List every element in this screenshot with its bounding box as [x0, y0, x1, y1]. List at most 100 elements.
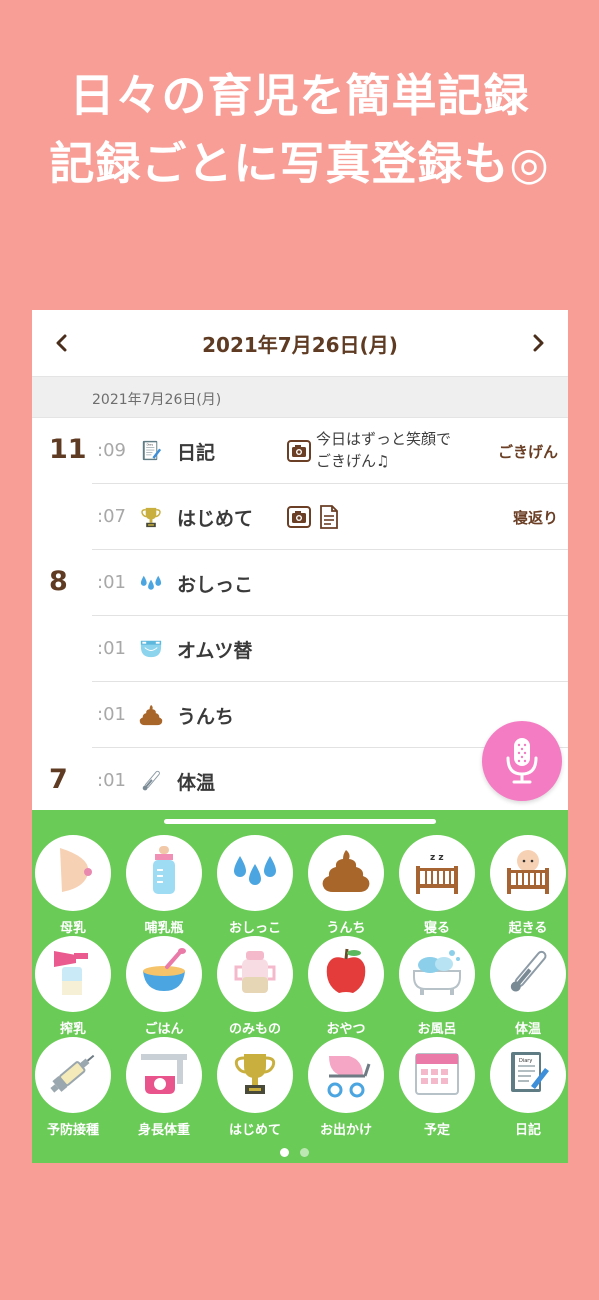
baby-bottle-icon — [137, 844, 191, 902]
day-section-header: 2021年7月26日(月) — [32, 376, 568, 418]
headline-line-2: 記録ごとに写真登録も◎ — [49, 137, 550, 190]
sippy-cup-icon — [228, 945, 282, 1003]
quick-button-circle[interactable] — [126, 936, 202, 1012]
quick-button[interactable]: ごはん — [123, 936, 205, 1037]
quick-button-circle[interactable] — [217, 835, 293, 911]
event-label: はじめて — [177, 508, 254, 530]
minute-label: :01 — [97, 572, 126, 593]
quick-record-panel: 母乳 哺乳瓶 おしっこ うんち z z 寝る 起きる搾乳 ごはん のみもの おやつ お風呂 体温予防接… — [32, 810, 568, 1163]
quick-button-circle[interactable] — [490, 835, 566, 911]
quick-button[interactable]: 母乳 — [32, 835, 114, 936]
hour-label: 8 — [49, 566, 68, 597]
chevron-left-icon[interactable] — [48, 329, 74, 357]
event-label: 体温 — [177, 772, 216, 794]
minute-label: :01 — [97, 638, 126, 659]
date-title[interactable]: 2021年7月26日(月) — [202, 329, 398, 358]
stroller-icon — [319, 1046, 373, 1104]
event-label: 日記 — [177, 442, 216, 464]
quick-button-label: おしっこ — [228, 921, 281, 936]
quick-button[interactable]: 起きる — [487, 835, 568, 936]
timeline-row[interactable]: 11:09 Diary 日記 今日はずっと笑顔でごきげん♫ ごきげん — [32, 418, 568, 484]
quick-button-label: 起きる — [508, 921, 548, 936]
quick-button[interactable]: お出かけ — [305, 1037, 387, 1138]
event-label: うんち — [177, 706, 235, 728]
breast-icon — [46, 844, 100, 902]
thermometer-icon — [501, 945, 555, 1003]
quick-button[interactable]: おしっこ — [214, 835, 296, 936]
svg-text:z z: z z — [430, 853, 444, 863]
quick-button[interactable]: 身長体重 — [123, 1037, 205, 1138]
quick-button-label: 日記 — [514, 1123, 541, 1138]
quick-button[interactable]: お風呂 — [396, 936, 478, 1037]
quick-button-circle[interactable] — [126, 1037, 202, 1113]
quick-button-circle[interactable] — [217, 936, 293, 1012]
quick-button-circle[interactable] — [35, 1037, 111, 1113]
timeline-row[interactable]: 8 :01 おしっこ — [32, 550, 568, 616]
quick-button-circle[interactable] — [126, 835, 202, 911]
thermometer-icon — [138, 768, 164, 794]
minute-label: :09 — [97, 440, 126, 461]
quick-button-circle[interactable] — [35, 936, 111, 1012]
event-tag: 寝返り — [512, 509, 558, 527]
quick-button-label: 予定 — [423, 1123, 450, 1138]
minute-label: :01 — [97, 704, 126, 725]
quick-button-label: 身長体重 — [137, 1123, 190, 1138]
page-dot[interactable] — [300, 1148, 309, 1157]
timeline-row[interactable]: :07 はじめて 寝返り — [32, 484, 568, 550]
hour-label: 11 — [49, 434, 87, 465]
trophy-icon — [228, 1046, 282, 1104]
quick-button[interactable]: 搾乳 — [32, 936, 114, 1037]
poop-icon — [319, 844, 373, 902]
quick-button[interactable]: 哺乳瓶 — [123, 835, 205, 936]
quick-button[interactable]: のみもの — [214, 936, 296, 1037]
crib-sleep-icon: z z — [410, 844, 464, 902]
droplets-icon — [228, 844, 282, 902]
svg-text:Diary: Diary — [519, 1058, 532, 1064]
quick-button-circle[interactable] — [308, 1037, 384, 1113]
quick-button[interactable]: 予防接種 — [32, 1037, 114, 1138]
minute-label: :01 — [97, 770, 126, 791]
event-tag: ごきげん — [497, 443, 558, 461]
camera-icon[interactable] — [287, 505, 311, 529]
hour-label: 7 — [49, 764, 68, 795]
quick-button[interactable]: Diary 日記 — [487, 1037, 568, 1138]
camera-icon[interactable] — [287, 439, 311, 463]
drawer-handle[interactable] — [164, 819, 436, 824]
quick-button-label: 予防接種 — [46, 1123, 99, 1138]
quick-button-circle[interactable] — [217, 1037, 293, 1113]
quick-button-label: 寝る — [423, 921, 450, 936]
quick-button[interactable]: z z 寝る — [396, 835, 478, 936]
quick-button[interactable]: はじめて — [214, 1037, 296, 1138]
quick-button[interactable]: 体温 — [487, 936, 568, 1037]
diary-icon: Diary — [138, 438, 164, 464]
voice-input-button[interactable] — [482, 721, 562, 801]
quick-button-label: のみもの — [228, 1022, 281, 1037]
quick-button-circle[interactable] — [308, 936, 384, 1012]
memo-icon[interactable] — [317, 505, 341, 529]
calendar-icon — [410, 1046, 464, 1104]
quick-button-circle[interactable] — [399, 1037, 475, 1113]
quick-button-circle[interactable]: z z — [399, 835, 475, 911]
quick-button-label: 搾乳 — [59, 1022, 86, 1037]
quick-button-circle[interactable] — [490, 936, 566, 1012]
droplets-icon — [138, 570, 164, 596]
quick-button[interactable]: おやつ — [305, 936, 387, 1037]
quick-button[interactable]: うんち — [305, 835, 387, 936]
event-label: おしっこ — [177, 574, 254, 596]
scale-icon — [137, 1046, 191, 1104]
quick-button-circle[interactable]: Diary — [490, 1037, 566, 1113]
page-indicator — [280, 1148, 320, 1158]
quick-button-circle[interactable] — [399, 936, 475, 1012]
trophy-icon — [138, 504, 164, 530]
quick-button[interactable]: 予定 — [396, 1037, 478, 1138]
page-dot-active[interactable] — [280, 1148, 289, 1157]
chevron-right-icon[interactable] — [526, 329, 552, 357]
minute-label: :07 — [97, 506, 126, 527]
quick-button-circle[interactable] — [35, 835, 111, 911]
timeline-row[interactable]: :01 オムツ替 — [32, 616, 568, 682]
bathtub-icon — [410, 945, 464, 1003]
quick-button-circle[interactable] — [308, 835, 384, 911]
poop-icon — [138, 702, 164, 728]
breast-pump-icon — [46, 945, 100, 1003]
quick-button-label: はじめて — [228, 1123, 281, 1138]
